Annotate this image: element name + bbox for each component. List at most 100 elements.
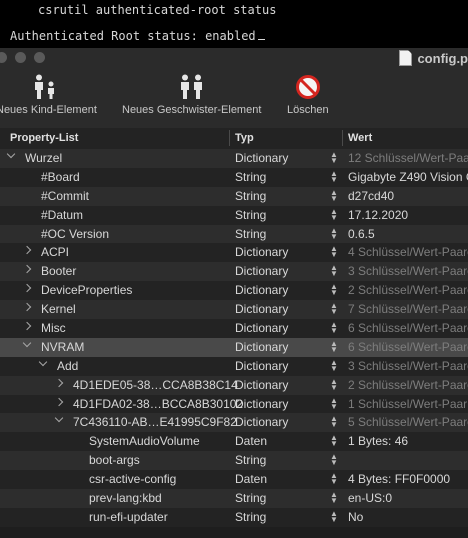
row-key[interactable]: #Board	[41, 170, 80, 184]
type-stepper-icon[interactable]: ▲ ▼	[330, 207, 338, 221]
row-type[interactable]: String	[235, 510, 266, 524]
type-stepper-icon[interactable]: ▲ ▼	[330, 226, 338, 240]
disclosure-closed-icon[interactable]	[22, 265, 32, 274]
type-stepper-icon[interactable]: ▲ ▼	[330, 377, 338, 391]
type-stepper-icon[interactable]: ▲ ▼	[330, 491, 338, 505]
disclosure-open-icon[interactable]	[54, 414, 64, 423]
type-stepper-icon[interactable]: ▲ ▼	[330, 321, 338, 335]
row-value[interactable]: Gigabyte Z490 Vision G	[348, 170, 468, 184]
type-stepper-icon[interactable]: ▲ ▼	[330, 472, 338, 486]
minimize-window-button[interactable]	[15, 52, 26, 63]
table-row[interactable]: Misc Dictionary ▲ ▼ 6 Schlüssel/Wert-Paare	[0, 319, 468, 338]
row-type[interactable]: Dictionary	[235, 264, 288, 278]
row-value[interactable]: 4 Bytes: FF0F0000	[348, 472, 450, 486]
table-row[interactable]: NVRAM Dictionary ▲ ▼ 6 Schlüssel/Wert-Paare	[0, 337, 468, 357]
type-stepper-icon[interactable]: ▲ ▼	[330, 264, 338, 278]
type-stepper-icon[interactable]: ▲ ▼	[330, 245, 338, 259]
disclosure-closed-icon[interactable]	[22, 246, 32, 255]
row-type[interactable]: Dictionary	[235, 283, 288, 297]
column-key-header[interactable]: Property-List	[10, 132, 78, 144]
row-value[interactable]: en-US:0	[348, 491, 392, 505]
table-row[interactable]: boot-args String ▲ ▼	[0, 451, 468, 471]
row-value[interactable]: 4 Schlüssel/Wert-Paare	[348, 245, 468, 259]
row-value[interactable]: 0.6.5	[348, 227, 375, 241]
row-value[interactable]: 2 Schlüssel/Wert-Paare	[348, 378, 468, 392]
row-value[interactable]: 7 Schlüssel/Wert-Paare	[348, 302, 468, 316]
table-row[interactable]: ACPI Dictionary ▲ ▼ 4 Schlüssel/Wert-Paare	[0, 243, 468, 263]
type-stepper-icon[interactable]: ▲ ▼	[330, 434, 338, 448]
type-stepper-icon[interactable]: ▲ ▼	[330, 509, 338, 523]
row-value[interactable]: 1 Schlüssel/Wert-Paar	[348, 397, 467, 411]
row-value[interactable]: d27cd40	[348, 189, 394, 203]
type-stepper-icon[interactable]: ▲ ▼	[330, 151, 338, 165]
row-value[interactable]: 6 Schlüssel/Wert-Paare	[348, 321, 468, 335]
column-divider[interactable]	[229, 130, 230, 146]
row-type[interactable]: Dictionary	[235, 245, 288, 259]
row-type[interactable]: String	[235, 453, 266, 467]
type-stepper-icon[interactable]: ▲ ▼	[330, 396, 338, 410]
table-row[interactable]: prev-lang:kbd String ▲ ▼ en-US:0	[0, 489, 468, 508]
disclosure-closed-icon[interactable]	[54, 397, 64, 406]
table-row[interactable]: Add Dictionary ▲ ▼ 3 Schlüssel/Wert-Paare	[0, 356, 468, 376]
disclosure-closed-icon[interactable]	[54, 378, 64, 387]
row-type[interactable]: String	[235, 227, 266, 241]
row-value[interactable]: 17.12.2020	[348, 208, 408, 222]
row-type[interactable]: Dictionary	[235, 151, 288, 165]
row-key[interactable]: 4D1EDE05-38…CCA8B38C14	[73, 378, 238, 392]
table-row[interactable]: SystemAudioVolume Daten ▲ ▼ 1 Bytes: 46	[0, 432, 468, 452]
table-row[interactable]: csr-active-config Daten ▲ ▼ 4 Bytes: FF0F000…	[0, 470, 468, 490]
row-value[interactable]: 2 Schlüssel/Wert-Paare	[348, 283, 468, 297]
row-type[interactable]: Dictionary	[235, 302, 288, 316]
row-key[interactable]: Misc	[41, 321, 66, 335]
row-key[interactable]: #Commit	[41, 189, 89, 203]
column-divider[interactable]	[342, 130, 343, 146]
row-key[interactable]: csr-active-config	[89, 472, 176, 486]
row-key[interactable]: 7C436110-AB…E41995C9F82	[73, 415, 237, 429]
new-sibling-button[interactable]: Neues Geschwister-Element	[122, 70, 261, 116]
table-row[interactable]: Wurzel Dictionary ▲ ▼ 12 Schlüssel/Wert-Paar…	[0, 149, 468, 168]
disclosure-open-icon[interactable]	[22, 338, 32, 348]
row-type[interactable]: Dictionary	[235, 359, 288, 373]
table-row[interactable]: #Datum String ▲ ▼ 17.12.2020	[0, 205, 468, 225]
type-stepper-icon[interactable]: ▲ ▼	[330, 339, 338, 353]
row-key[interactable]: ACPI	[41, 245, 69, 259]
row-type[interactable]: Dictionary	[235, 397, 288, 411]
delete-button[interactable]: Löschen	[287, 70, 329, 116]
row-key[interactable]: Kernel	[41, 302, 76, 316]
disclosure-closed-icon[interactable]	[22, 321, 32, 331]
row-type[interactable]: String	[235, 189, 266, 203]
column-type-header[interactable]: Typ	[235, 132, 254, 144]
row-key[interactable]: NVRAM	[41, 340, 84, 354]
table-row[interactable]: Booter Dictionary ▲ ▼ 3 Schlüssel/Wert-Paare	[0, 262, 468, 282]
type-stepper-icon[interactable]: ▲ ▼	[330, 358, 338, 372]
row-type[interactable]: Daten	[235, 434, 267, 448]
disclosure-closed-icon[interactable]	[22, 283, 32, 293]
row-type[interactable]: Dictionary	[235, 340, 288, 354]
table-row[interactable]: #Board String ▲ ▼ Gigabyte Z490 Vision G	[0, 167, 468, 187]
row-value[interactable]: 5 Schlüssel/Wert-Paare	[348, 415, 468, 429]
row-type[interactable]: String	[235, 170, 266, 184]
disclosure-open-icon[interactable]	[6, 149, 16, 159]
close-window-button[interactable]	[0, 52, 7, 63]
type-stepper-icon[interactable]: ▲ ▼	[330, 302, 338, 316]
type-stepper-icon[interactable]: ▲ ▼	[330, 188, 338, 202]
table-row[interactable]: 4D1FDA02-38…BCCA8B30102 Dictionary ▲ ▼ 1 Sch…	[0, 394, 468, 414]
row-key[interactable]: Wurzel	[25, 151, 62, 165]
row-type[interactable]: String	[235, 208, 266, 222]
type-stepper-icon[interactable]: ▲ ▼	[330, 283, 338, 297]
table-row[interactable]: #Commit String ▲ ▼ d27cd40	[0, 186, 468, 206]
table-row[interactable]: 4D1EDE05-38…CCA8B38C14 Dictionary ▲ ▼ 2 Schl…	[0, 375, 468, 395]
row-type[interactable]: Dictionary	[235, 415, 288, 429]
row-key[interactable]: Booter	[41, 264, 76, 278]
row-key[interactable]: run-efi-updater	[89, 510, 168, 524]
row-type[interactable]: Daten	[235, 472, 267, 486]
row-key[interactable]: DeviceProperties	[41, 283, 132, 297]
table-row[interactable]: DeviceProperties Dictionary ▲ ▼ 2 Schlüssel/…	[0, 281, 468, 301]
zoom-window-button[interactable]	[34, 52, 45, 63]
type-stepper-icon[interactable]: ▲ ▼	[330, 453, 338, 467]
column-value-header[interactable]: Wert	[348, 132, 372, 144]
row-key[interactable]: prev-lang:kbd	[89, 491, 162, 505]
row-type[interactable]: Dictionary	[235, 378, 288, 392]
row-type[interactable]: Dictionary	[235, 321, 288, 335]
row-key[interactable]: boot-args	[89, 453, 140, 467]
